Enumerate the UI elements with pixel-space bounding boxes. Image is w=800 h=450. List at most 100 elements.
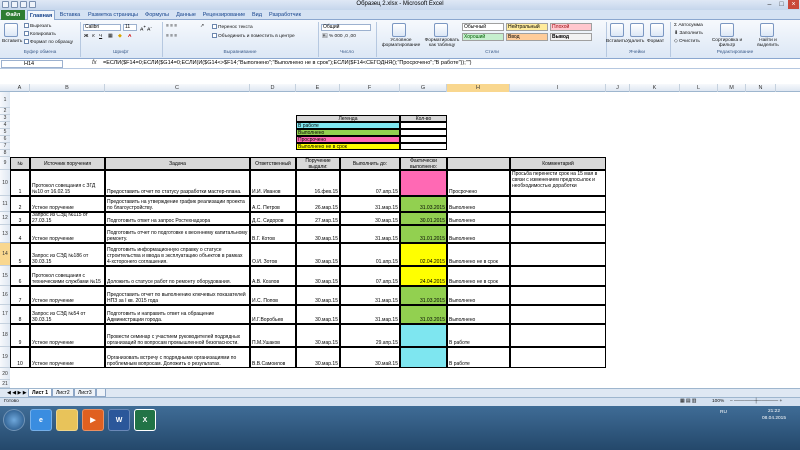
table-header[interactable]: № [10, 157, 30, 170]
row-number[interactable]: 4 [10, 225, 30, 243]
sheet-tab-2[interactable]: Лист2 [52, 389, 74, 397]
row-done[interactable]: 24.04.2015 [400, 266, 447, 286]
table-header[interactable] [447, 157, 510, 170]
row-source[interactable]: Устное поручение [30, 324, 105, 347]
legend-count[interactable] [400, 143, 447, 150]
row-owner[interactable]: П.М.Ушаков [250, 324, 296, 347]
legend-title[interactable]: Легенда [296, 115, 400, 122]
row-owner[interactable]: В.В.Самоилов [250, 347, 296, 368]
row-comment[interactable] [510, 305, 606, 324]
row-task[interactable]: Предоставить отчет по выполнению ключевы… [105, 286, 250, 305]
row-comment[interactable]: Просьба перенести срок на 15 мая в связи… [510, 170, 606, 196]
row-task[interactable]: Подготовить и направить ответ на обращен… [105, 305, 250, 324]
legend-count-header[interactable]: Кол-во [400, 115, 447, 122]
row-issued[interactable]: 26.мар.15 [296, 196, 340, 212]
row-due[interactable]: 29.апр.15 [340, 324, 400, 347]
row-issued[interactable]: 27.мар.15 [296, 212, 340, 225]
row-done[interactable]: 30.01.2015 [400, 212, 447, 225]
table-header[interactable]: Задача [105, 157, 250, 170]
row-due[interactable]: 31.мар.15 [340, 286, 400, 305]
new-sheet-icon[interactable] [96, 389, 106, 397]
row-number[interactable]: 9 [10, 324, 30, 347]
row-due[interactable]: 01.апр.15 [340, 243, 400, 266]
legend-item[interactable]: Выполнено не в срок [296, 143, 400, 150]
row-number[interactable]: 3 [10, 212, 30, 225]
row-status[interactable]: Выполнено [447, 212, 510, 225]
word-icon[interactable]: W [108, 409, 130, 431]
row-comment[interactable] [510, 243, 606, 266]
row-status[interactable]: Просрочено [447, 170, 510, 196]
row-status[interactable]: Выполнено [447, 196, 510, 212]
row-owner[interactable]: О.И. Зотов [250, 243, 296, 266]
sheet-tab-3[interactable]: Лист3 [74, 389, 96, 397]
folder-icon[interactable] [56, 409, 78, 431]
legend-count[interactable] [400, 129, 447, 136]
row-done[interactable]: 31.03.2015 [400, 286, 447, 305]
row-status[interactable]: В работе [447, 324, 510, 347]
table-header[interactable]: Комментарий [510, 157, 606, 170]
row-source[interactable]: Устное поручение [30, 196, 105, 212]
row-number[interactable]: 1 [10, 170, 30, 196]
sheet-tab-1[interactable]: Лист 1 [28, 389, 52, 397]
row-number[interactable]: 8 [10, 305, 30, 324]
row-number[interactable]: 5 [10, 243, 30, 266]
excel-taskbar-icon[interactable]: X [134, 409, 156, 431]
row-comment[interactable] [510, 196, 606, 212]
zoom-slider[interactable]: – ──────┼────── + [730, 399, 782, 405]
row-source[interactable]: Запрос из СЭД №186 от 30.03.15 [30, 243, 105, 266]
start-button-icon[interactable] [3, 409, 25, 431]
table-header[interactable]: Источник поручения [30, 157, 105, 170]
row-status[interactable]: В работе [447, 347, 510, 368]
row-comment[interactable] [510, 212, 606, 225]
row-due[interactable]: 31.мар.15 [340, 225, 400, 243]
row-done[interactable]: 31.01.2015 [400, 225, 447, 243]
row-owner[interactable]: Д.С. Сидоров [250, 212, 296, 225]
row-status[interactable]: Выполнено [447, 286, 510, 305]
row-comment[interactable] [510, 324, 606, 347]
row-status[interactable]: Выполнено [447, 305, 510, 324]
worksheet-grid[interactable]: Легенда Кол-во В работе Выполнено Просрочено… [0, 0, 800, 388]
view-normal-icon[interactable]: ▦ ▤ ▥ [680, 399, 696, 405]
legend-item[interactable]: Просрочено [296, 136, 400, 143]
row-status[interactable]: Выполнено [447, 225, 510, 243]
row-due[interactable]: 31.мар.15 [340, 305, 400, 324]
tray-lang[interactable]: RU [720, 410, 727, 416]
row-status[interactable]: Выполнено не в срок [447, 266, 510, 286]
row-issued[interactable]: 30.мар.15 [296, 286, 340, 305]
legend-count[interactable] [400, 136, 447, 143]
row-source[interactable]: Запрос из СЭД №54 от 30.03.15 [30, 305, 105, 324]
row-issued[interactable]: 30.мар.15 [296, 225, 340, 243]
row-comment[interactable] [510, 286, 606, 305]
table-header[interactable]: Поручение выдали: [296, 157, 340, 170]
row-comment[interactable] [510, 347, 606, 368]
row-source[interactable]: Протокол совещания с техническими служба… [30, 266, 105, 286]
row-source[interactable]: Запрос из СЭД №115 от 27.03.15 [30, 212, 105, 225]
row-task[interactable]: Подготовить ответ на запрос Ростехнадзор… [105, 212, 250, 225]
row-issued[interactable]: 30.мар.15 [296, 347, 340, 368]
row-owner[interactable]: А.В. Козлов [250, 266, 296, 286]
row-done[interactable] [400, 347, 447, 368]
row-task[interactable]: Провести семинар с участием руководителе… [105, 324, 250, 347]
row-task[interactable]: Подготовить информационную справку о ста… [105, 243, 250, 266]
row-due[interactable]: 31.мар.15 [340, 196, 400, 212]
row-comment[interactable] [510, 225, 606, 243]
row-comment[interactable] [510, 266, 606, 286]
row-source[interactable]: Устное поручение [30, 347, 105, 368]
table-header[interactable]: Фактически выполнено: [400, 157, 447, 170]
row-number[interactable]: 2 [10, 196, 30, 212]
row-done[interactable]: 31.03.2015 [400, 196, 447, 212]
row-done[interactable] [400, 324, 447, 347]
row-owner[interactable]: И.И. Иванов [250, 170, 296, 196]
media-icon[interactable]: ▶ [82, 409, 104, 431]
row-owner[interactable]: И.Г.Воробьев [250, 305, 296, 324]
row-due[interactable]: 07.апр.15 [340, 170, 400, 196]
row-task[interactable]: Предоставить отчет по статусу разработки… [105, 170, 250, 196]
row-done[interactable]: 02.04.2015 [400, 243, 447, 266]
row-task[interactable]: Организовать встречу с подрядными органи… [105, 347, 250, 368]
row-number[interactable]: 7 [10, 286, 30, 305]
row-owner[interactable]: В.Г. Котов [250, 225, 296, 243]
row-done[interactable]: 31.03.2015 [400, 305, 447, 324]
table-header[interactable]: Ответственный [250, 157, 296, 170]
row-issued[interactable]: 16.фев.15 [296, 170, 340, 196]
row-due[interactable]: 07.апр.15 [340, 266, 400, 286]
